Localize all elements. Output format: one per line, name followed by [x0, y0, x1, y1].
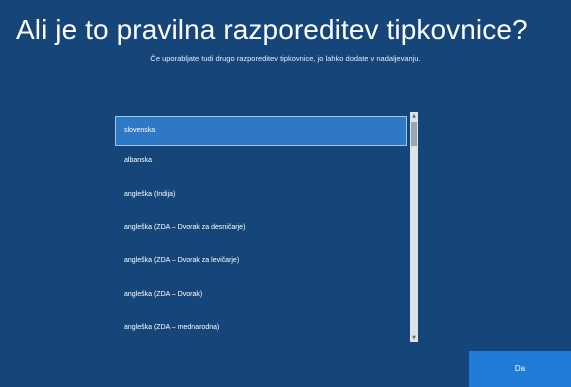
page-title: Ali je to pravilna razporeditev tipkovni… [16, 14, 528, 45]
confirm-button[interactable]: Da [469, 351, 571, 387]
list-scrollbar[interactable]: ▲ ▼ [410, 112, 418, 342]
list-item-slovenska[interactable]: slovenska [115, 116, 407, 146]
list-item-angleska-zda-dvorak-levicarje[interactable]: angleška (ZDA – Dvorak za levičarje) [115, 246, 407, 276]
scroll-down-arrow-icon[interactable]: ▼ [410, 334, 418, 342]
list-item-angleska-indija[interactable]: angleška (Indija) [115, 180, 407, 210]
list-item-angleska-zda-mednarodna[interactable]: angleška (ZDA – mednarodna) [115, 313, 407, 342]
list-item-angleska-zda-dvorak[interactable]: angleška (ZDA – Dvorak) [115, 280, 407, 310]
scroll-up-arrow-icon[interactable]: ▲ [410, 112, 418, 120]
list-item-angleska-zda-dvorak-desnicarje[interactable]: angleška (ZDA – Dvorak za desničarje) [115, 213, 407, 243]
page-subtitle: Če uporabljate tudi drugo razporeditev t… [150, 54, 421, 63]
list-item-albanska[interactable]: albanska [115, 146, 407, 176]
scrollbar-thumb[interactable] [411, 122, 417, 146]
keyboard-layout-list[interactable]: slovenska albanska angleška (Indija) ang… [115, 112, 418, 342]
